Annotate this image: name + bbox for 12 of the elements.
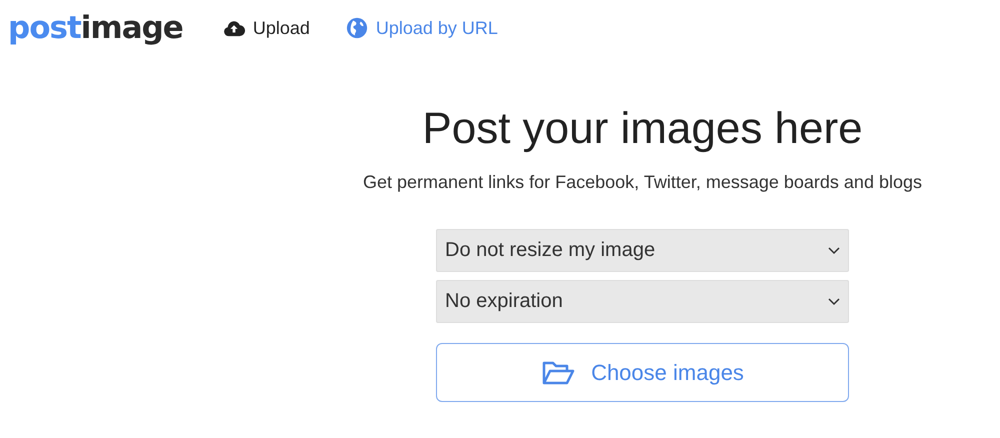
upload-by-url-link[interactable]: Upload by URL xyxy=(346,17,498,39)
upload-link[interactable]: Upload xyxy=(222,18,310,38)
globe-icon xyxy=(346,17,368,39)
page-heading: Post your images here xyxy=(422,104,863,154)
chevron-down-icon xyxy=(828,246,840,254)
chevron-down-icon xyxy=(828,298,840,306)
choose-images-button[interactable]: Choose images xyxy=(436,343,849,402)
cloud-upload-icon xyxy=(222,19,245,37)
dropdown[interactable]: Do not resize my image xyxy=(436,229,849,272)
dropdown[interactable]: No expiration xyxy=(436,280,849,323)
subtitle: Get permanent links for Facebook, Twitter, message boards and blogs xyxy=(363,172,922,193)
logo[interactable]: postimage xyxy=(8,10,183,46)
